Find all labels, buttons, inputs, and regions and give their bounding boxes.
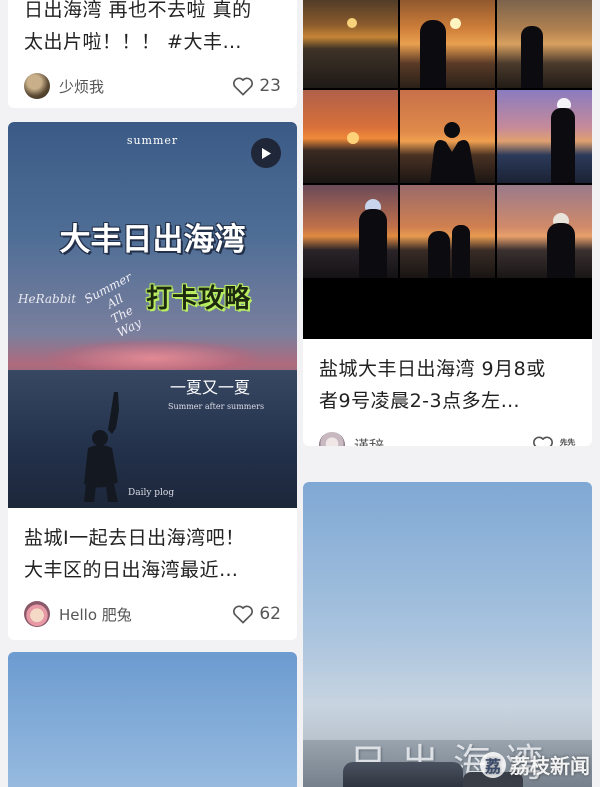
cover-cn-phrase: 一夏又一夏 bbox=[170, 378, 251, 397]
news-watermark: 荔 荔枝新闻 bbox=[480, 750, 590, 779]
avatar[interactable] bbox=[24, 601, 50, 627]
cover-main-title: 大丰日出海湾 bbox=[59, 222, 246, 258]
note-card-3[interactable]: 盐城大丰日出海湾 9月8或 者9号凌晨2-3点多左… 谨辞 赞 bbox=[303, 0, 592, 446]
like-button[interactable]: 赞 bbox=[532, 433, 576, 447]
author-name[interactable]: Hello 肥兔 bbox=[59, 604, 232, 625]
heart-outline-icon bbox=[233, 77, 254, 96]
photo-tile bbox=[400, 0, 495, 88]
cover-footer-label: Daily plog bbox=[128, 488, 175, 498]
like-button[interactable]: 62 bbox=[232, 604, 281, 624]
note-card-5[interactable]: 日出海湾 bbox=[303, 482, 592, 787]
note-title[interactable]: 盐城大丰日出海湾 9月8或 者9号凌晨2-3点多左… bbox=[303, 339, 592, 417]
note-meta: 少烦我 23 bbox=[8, 68, 297, 104]
cover-season-label: summer bbox=[126, 134, 179, 147]
author-name[interactable]: 少烦我 bbox=[59, 76, 232, 97]
cover-en-phrase: Summer after summers bbox=[168, 402, 265, 411]
photo-tile bbox=[303, 90, 398, 183]
like-count: 23 bbox=[259, 76, 281, 96]
note-title[interactable]: 盐城I一起去日出海湾吧！ 大丰区的日出海湾最近… bbox=[8, 508, 297, 586]
like-label: 赞 bbox=[559, 433, 576, 447]
photo-grid-cover[interactable] bbox=[303, 0, 592, 339]
author-name[interactable]: 谨辞 bbox=[354, 435, 532, 447]
photo-tile bbox=[497, 0, 592, 88]
cover-script-brand: HeRabbit bbox=[18, 292, 77, 306]
note-cover[interactable]: 日出海湾 bbox=[303, 482, 592, 787]
person-silhouette bbox=[84, 392, 119, 502]
photo-tile bbox=[400, 90, 495, 183]
play-icon bbox=[262, 147, 271, 159]
note-card-1[interactable]: 日出海湾 再也不去啦 真的 太出片啦！！！ #大丰… 少烦我 23 bbox=[8, 0, 297, 108]
avatar[interactable] bbox=[319, 432, 345, 446]
photo-tile bbox=[497, 90, 592, 183]
avatar[interactable] bbox=[24, 73, 50, 99]
watermark-text: 荔枝新闻 bbox=[510, 754, 590, 778]
note-meta: Hello 肥兔 62 bbox=[8, 596, 297, 632]
note-feed: 日出海湾 再也不去啦 真的 太出片啦！！！ #大丰… 少烦我 23 summer… bbox=[0, 0, 600, 787]
sunrise-glow bbox=[48, 340, 258, 370]
note-title[interactable]: 日出海湾 再也不去啦 真的 太出片啦！！！ #大丰… bbox=[8, 0, 297, 58]
like-count: 62 bbox=[259, 604, 281, 624]
photo-tile bbox=[303, 185, 398, 278]
photo-tile bbox=[303, 0, 398, 88]
heart-outline-icon bbox=[233, 605, 254, 624]
note-meta: 谨辞 赞 bbox=[303, 427, 592, 446]
note-card-2[interactable]: summer 大丰日出海湾 打卡攻略 HeRabbit Summer All T… bbox=[8, 122, 297, 640]
note-card-4[interactable] bbox=[8, 652, 297, 787]
photo-tile bbox=[497, 185, 592, 278]
lychee-logo-icon: 荔 bbox=[480, 751, 506, 778]
cover-script-phrase: Summer All The Way bbox=[82, 269, 144, 340]
photo-tile bbox=[400, 185, 495, 278]
cover-subtitle: 打卡攻略 bbox=[146, 284, 251, 314]
note-cover[interactable] bbox=[8, 652, 297, 787]
car bbox=[343, 762, 463, 787]
video-cover[interactable]: summer 大丰日出海湾 打卡攻略 HeRabbit Summer All T… bbox=[8, 122, 297, 508]
like-button[interactable]: 23 bbox=[232, 76, 281, 96]
heart-outline-icon bbox=[533, 436, 553, 446]
